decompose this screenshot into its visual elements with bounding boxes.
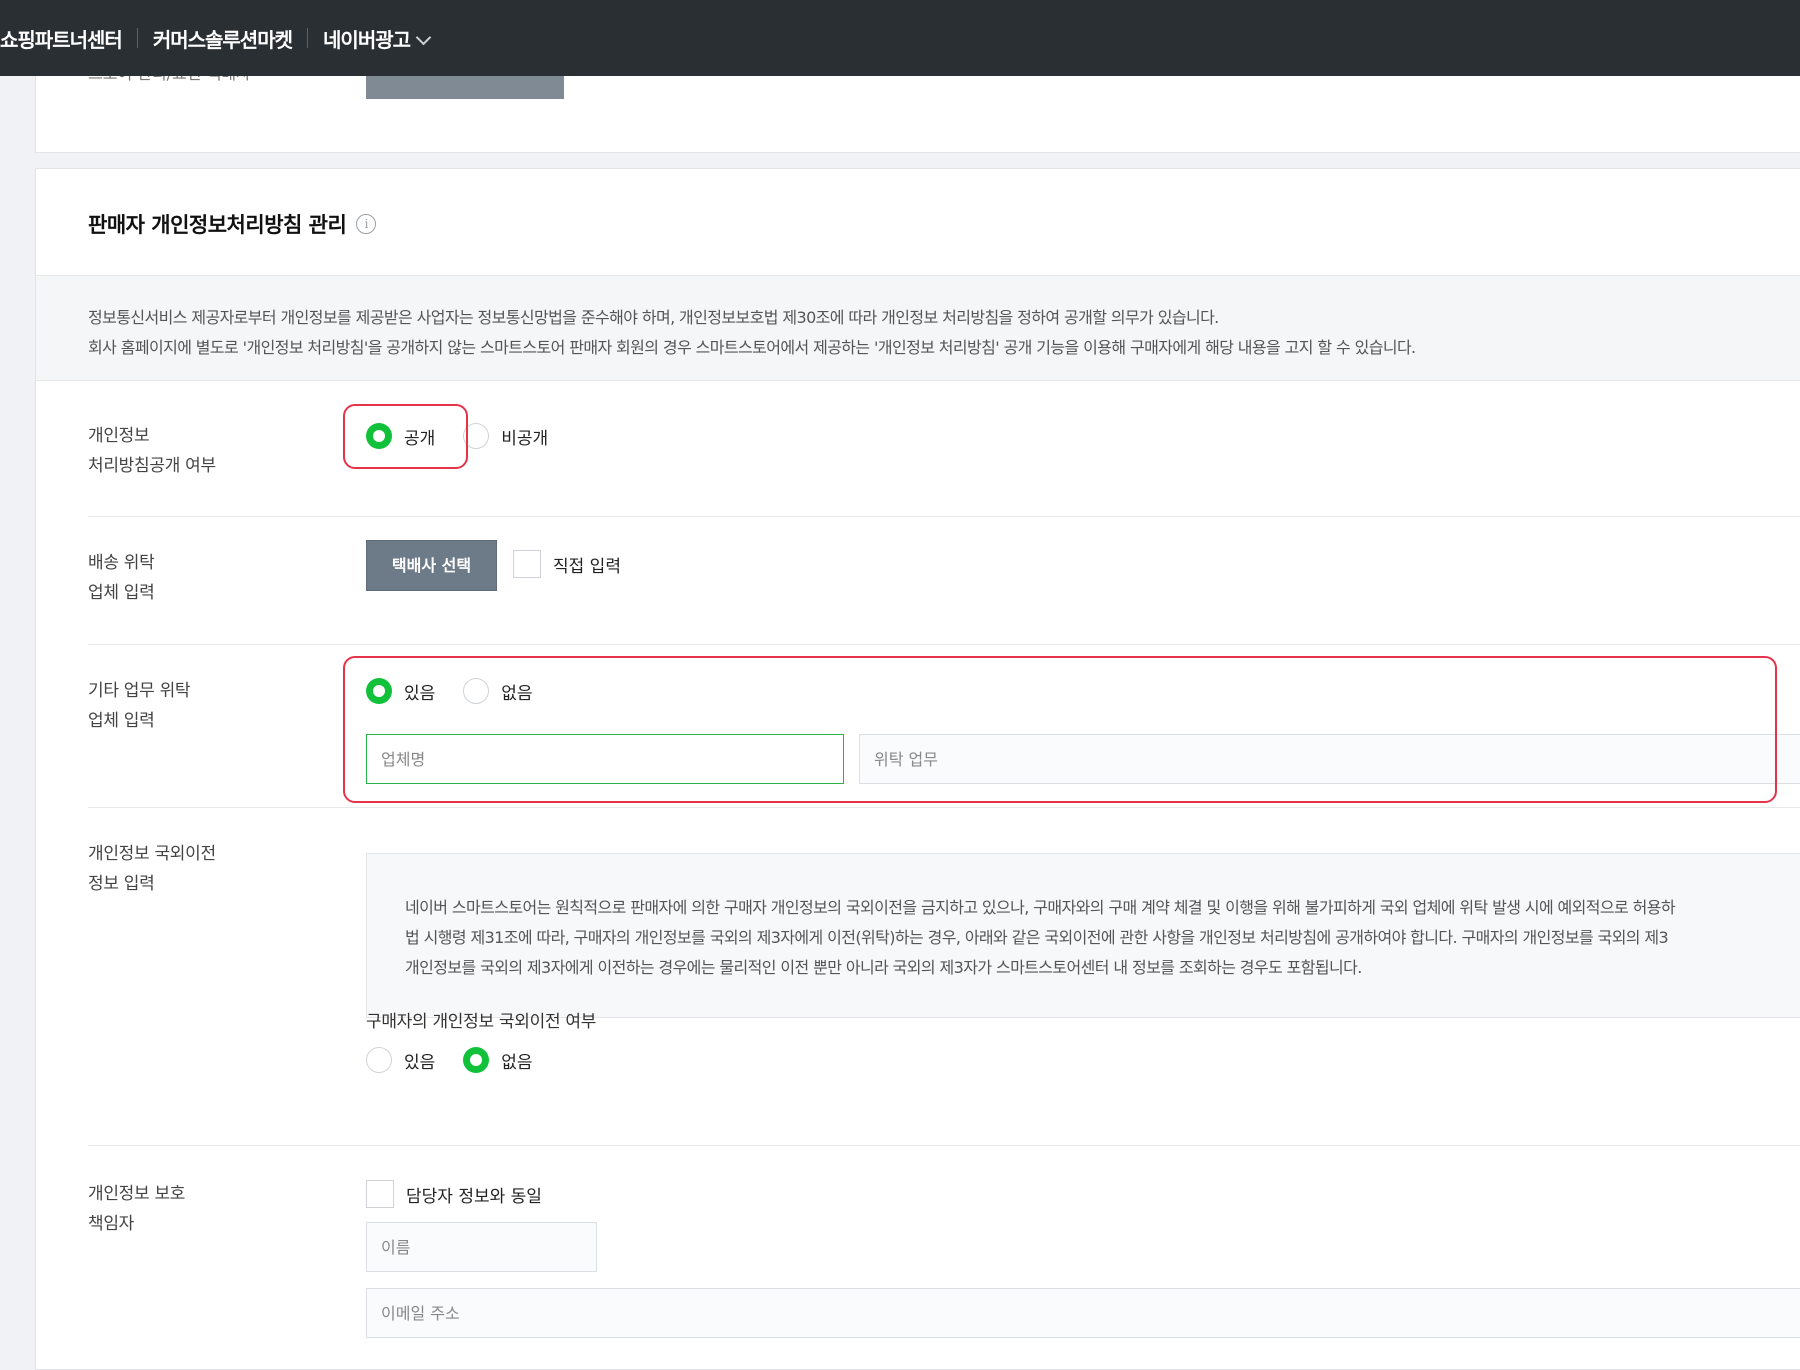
radio-other-no[interactable]: 없음 bbox=[463, 678, 533, 704]
radio-public-label: 공개 bbox=[404, 428, 436, 449]
disclosure-radio-group: 공개 비공개 bbox=[366, 421, 576, 451]
officer-email-input[interactable] bbox=[366, 1288, 1800, 1338]
row-divider bbox=[88, 1145, 1800, 1146]
overseas-text-line-3: 개인정보를 국외의 제3자에게 이전하는 경우에는 물리적인 이전 뿐만 아니라… bbox=[405, 958, 1362, 977]
radio-unchecked-indicator bbox=[463, 678, 490, 704]
overseas-transfer-question: 구매자의 개인정보 국외이전 여부 bbox=[366, 1012, 597, 1032]
section-title-text: 판매자 개인정보처리방침 관리 bbox=[88, 213, 347, 237]
overseas-text-line-1: 네이버 스마트스토어는 원칙적으로 판매자에 의한 구매자 개인정보의 국외이전… bbox=[405, 898, 1676, 917]
delivery-label: 배송 위탁 업체 입력 bbox=[88, 553, 155, 603]
direct-input-checkbox[interactable]: 직접 입력 bbox=[513, 550, 621, 578]
nav-divider bbox=[307, 28, 309, 48]
overseas-info-box: 네이버 스마트스토어는 원칙적으로 판매자에 의한 구매자 개인정보의 국외이전… bbox=[366, 853, 1800, 1018]
section-title: 판매자 개인정보처리방침 관리 i bbox=[88, 209, 377, 239]
info-icon[interactable]: i bbox=[356, 214, 377, 234]
same-as-manager-checkbox[interactable]: 담당자 정보와 동일 bbox=[366, 1180, 542, 1208]
chevron-down-icon bbox=[415, 29, 432, 45]
row-divider bbox=[88, 516, 1800, 517]
notice-box: 정보통신서비스 제공자로부터 개인정보를 제공받은 사업자는 정보통신망법을 준… bbox=[36, 275, 1800, 381]
privacy-officer-label: 개인정보 보호 책임자 bbox=[88, 1184, 186, 1234]
overseas-radio-group: 있음 없음 bbox=[366, 1045, 561, 1075]
checkbox-box bbox=[366, 1180, 394, 1208]
radio-overseas-yes-label: 있음 bbox=[404, 1052, 436, 1073]
row-divider bbox=[88, 644, 1800, 645]
top-nav: 쇼핑파트너센터 커머스솔루션마켓 네이버광고 bbox=[0, 24, 432, 53]
radio-overseas-no-label: 없음 bbox=[501, 1052, 533, 1073]
radio-unchecked-indicator bbox=[463, 423, 490, 449]
disclosure-label: 개인정보 처리방침공개 여부 bbox=[88, 426, 216, 476]
radio-other-yes[interactable]: 있음 bbox=[366, 678, 435, 704]
radio-other-no-label: 없음 bbox=[501, 683, 533, 704]
same-as-manager-label: 담당자 정보와 동일 bbox=[406, 1186, 542, 1207]
nav-shopping-partner-center[interactable]: 쇼핑파트너센터 bbox=[0, 24, 123, 53]
radio-private[interactable]: 비공개 bbox=[463, 423, 548, 449]
row-divider bbox=[88, 807, 1800, 808]
radio-private-label: 비공개 bbox=[501, 428, 549, 449]
top-nav-bar: 쇼핑파트너센터 커머스솔루션마켓 네이버광고 bbox=[0, 0, 1800, 76]
nav-commerce-solution-market[interactable]: 커머스솔루션마켓 bbox=[153, 24, 293, 53]
radio-checked-indicator bbox=[463, 1047, 490, 1073]
nav-divider bbox=[136, 28, 138, 48]
radio-public[interactable]: 공개 bbox=[366, 423, 435, 449]
radio-checked-indicator bbox=[366, 423, 392, 449]
other-consign-label: 기타 업무 위탁 업체 입력 bbox=[88, 681, 191, 731]
nav-naver-ads-label: 네이버광고 bbox=[323, 27, 411, 52]
overseas-text-line-2: 법 시행령 제31조에 따라, 구매자의 개인정보를 국외의 제3자에게 이전(… bbox=[405, 928, 1669, 947]
company-name-input[interactable] bbox=[366, 734, 844, 784]
radio-other-yes-label: 있음 bbox=[404, 683, 436, 704]
notice-line-1: 정보통신서비스 제공자로부터 개인정보를 제공받은 사업자는 정보통신망법을 준… bbox=[88, 308, 1219, 327]
officer-name-input[interactable] bbox=[366, 1222, 597, 1272]
consign-task-input[interactable] bbox=[859, 734, 1800, 784]
overseas-label: 개인정보 국외이전 정보 입력 bbox=[88, 844, 216, 894]
select-courier-button[interactable]: 택배사 선택 bbox=[366, 540, 497, 591]
radio-checked-indicator bbox=[366, 678, 392, 704]
radio-overseas-no[interactable]: 없음 bbox=[463, 1047, 533, 1073]
notice-line-2: 회사 홈페이지에 별도로 '개인정보 처리방침'을 공개하지 않는 스마트스토어… bbox=[88, 338, 1416, 357]
direct-input-label: 직접 입력 bbox=[553, 556, 621, 577]
other-consign-radio-group: 있음 없음 bbox=[366, 676, 561, 706]
checkbox-box bbox=[513, 550, 541, 578]
radio-unchecked-indicator bbox=[366, 1047, 392, 1073]
radio-overseas-yes[interactable]: 있음 bbox=[366, 1047, 435, 1073]
privacy-policy-section: 판매자 개인정보처리방침 관리 i 정보통신서비스 제공자로부터 개인정보를 제… bbox=[35, 168, 1800, 1370]
nav-naver-ads[interactable]: 네이버광고 bbox=[323, 24, 432, 53]
